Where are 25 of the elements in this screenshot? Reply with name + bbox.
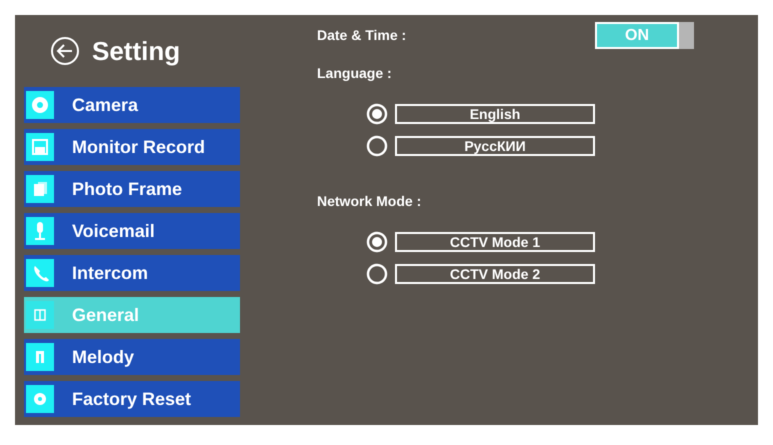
option-button[interactable]: CCTV Mode 1 — [395, 232, 595, 252]
radio-button[interactable] — [366, 231, 388, 253]
menu-item[interactable]: Factory Reset — [24, 381, 240, 417]
menu-item[interactable]: Intercom — [24, 255, 240, 291]
page-title: Setting — [92, 36, 180, 66]
menu-item[interactable]: Monitor Record — [24, 129, 240, 165]
microphone-icon — [26, 217, 54, 245]
radio-button[interactable] — [366, 263, 388, 285]
panel-icon — [26, 301, 54, 329]
option-button[interactable]: CCTV Mode 2 — [395, 264, 595, 284]
option-button[interactable]: English — [395, 104, 595, 124]
radio-button[interactable] — [366, 135, 388, 157]
menu-item[interactable]: Melody — [24, 339, 240, 375]
floppy-icon — [26, 133, 54, 161]
menu-item[interactable]: Photo Frame — [24, 171, 240, 207]
menu-item[interactable]: Camera — [24, 87, 240, 123]
menu-item[interactable]: Voicemail — [24, 213, 240, 249]
photos-icon — [26, 175, 54, 203]
setting-label: Date & Time : — [317, 27, 406, 43]
radio-button[interactable] — [366, 103, 388, 125]
phone-icon — [26, 259, 54, 287]
option-button[interactable]: PycсКИИ — [395, 136, 595, 156]
setting-label: Language : — [317, 65, 393, 81]
back-icon[interactable] — [50, 36, 80, 66]
setting-label: Network Mode : — [317, 193, 422, 209]
